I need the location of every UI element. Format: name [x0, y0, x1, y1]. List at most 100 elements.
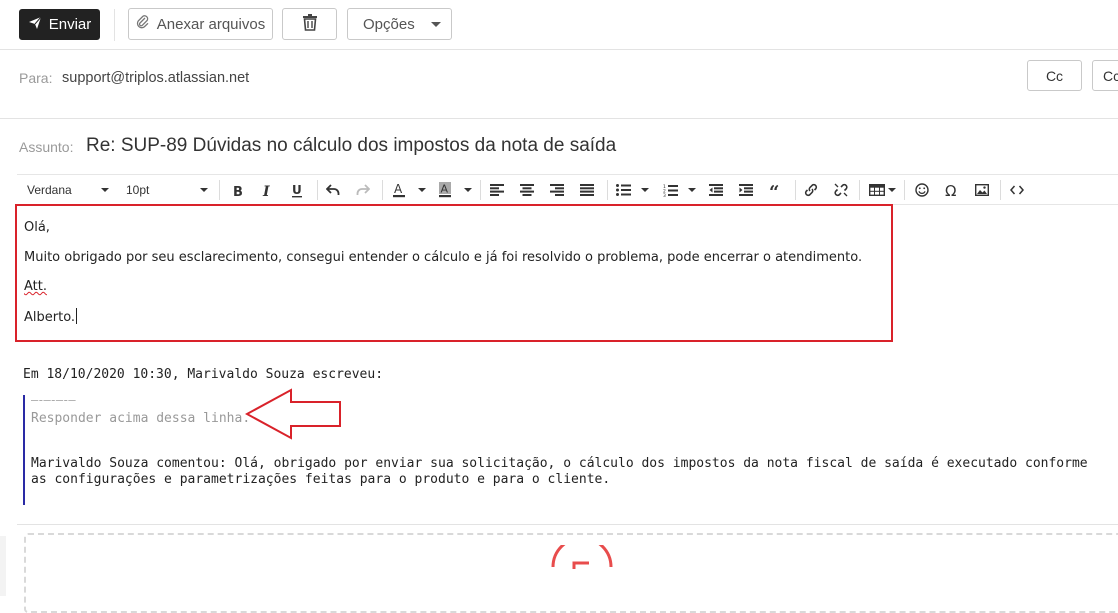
message-line: Muito obrigado por seu esclarecimento, c…: [24, 250, 863, 265]
toolbar-divider: [382, 180, 383, 200]
recipient-row: Para: support@triplos.atlassian.net Cc C…: [0, 51, 1118, 119]
toolbar-divider: [114, 9, 115, 41]
quote-icon: “: [769, 184, 779, 196]
svg-text:I: I: [262, 184, 270, 197]
svg-text:U: U: [292, 183, 302, 197]
subject-label: Assunto:: [19, 139, 74, 155]
message-line: Alberto.: [24, 308, 78, 325]
outdent-button[interactable]: [706, 175, 726, 205]
svg-text:B: B: [233, 185, 243, 197]
underline-icon: U: [292, 183, 302, 197]
options-dropdown[interactable]: Opções: [347, 8, 452, 40]
upload-icon: [549, 536, 615, 573]
chevron-down-icon: [101, 188, 109, 192]
bold-icon: B: [233, 185, 243, 197]
message-line: Olá,: [24, 220, 50, 235]
svg-text:“: “: [769, 184, 779, 196]
paperclip-icon: [136, 15, 150, 33]
attach-label: Anexar arquivos: [156, 15, 266, 33]
text-color-icon: A: [393, 182, 405, 198]
bold-button[interactable]: B: [228, 175, 248, 205]
left-arrow-annotation-icon: [244, 388, 343, 444]
cc-label: Cc: [1045, 67, 1064, 84]
svg-text:A: A: [394, 182, 403, 196]
reply-above-line: Responder acima dessa linha.: [31, 411, 251, 426]
italic-icon: I: [262, 184, 270, 197]
svg-text:A: A: [441, 183, 449, 196]
unlink-icon: [834, 183, 848, 197]
message-line: Att.: [24, 279, 47, 294]
source-code-button[interactable]: [1007, 175, 1027, 205]
toolbar-divider: [904, 180, 905, 200]
toolbar-divider: [607, 180, 608, 200]
toolbar-divider: [1000, 180, 1001, 200]
toolbar-divider: [219, 180, 220, 200]
bullet-list-icon: [615, 184, 631, 196]
toolbar-divider: [317, 180, 318, 200]
table-icon: [869, 184, 885, 196]
redo-button[interactable]: [353, 175, 373, 205]
underline-button[interactable]: U: [287, 175, 307, 205]
remove-link-button[interactable]: [831, 175, 851, 205]
svg-text:3: 3: [663, 193, 666, 197]
insert-table-button[interactable]: [866, 175, 888, 205]
chevron-down-icon: [888, 188, 896, 192]
quote-bar: [23, 395, 25, 505]
quoted-comment: Marivaldo Souza comentou: Olá, obrigado …: [31, 456, 1088, 487]
toolbar-divider: [795, 180, 796, 200]
compose-action-bar: Enviar Anexar arquivos Opções: [0, 0, 1118, 50]
align-right-icon: [550, 184, 564, 196]
options-label: Opções: [363, 15, 415, 33]
toolbar-divider: [859, 180, 860, 200]
cc-button[interactable]: Cc: [1027, 60, 1082, 91]
chevron-down-icon: [200, 188, 208, 192]
align-right-button[interactable]: [547, 175, 567, 205]
bullet-list-button[interactable]: [613, 175, 633, 205]
outdent-icon: [709, 184, 723, 196]
message-body-editor[interactable]: Olá, Muito obrigado por seu esclarecimen…: [15, 204, 893, 342]
align-justify-icon: [580, 184, 594, 196]
font-family-value: Verdana: [27, 183, 72, 197]
subject-input[interactable]: Re: SUP-89 Dúvidas no cálculo dos impost…: [86, 135, 616, 157]
redo-icon: [356, 184, 370, 195]
toolbar-divider: [480, 180, 481, 200]
editor-toolbar: Verdana 10pt B I U A A 1 2 3 “ Ω: [17, 174, 1118, 205]
attach-files-button[interactable]: Anexar arquivos: [128, 8, 273, 40]
to-input[interactable]: support@triplos.atlassian.net: [62, 70, 249, 86]
trash-icon: [302, 13, 318, 35]
align-center-button[interactable]: [517, 175, 537, 205]
chevron-down-icon: [641, 188, 649, 192]
undo-button[interactable]: [323, 175, 343, 205]
delete-button[interactable]: [282, 8, 337, 40]
numbered-list-button[interactable]: 123: [660, 175, 680, 205]
indent-icon: [739, 184, 753, 196]
align-left-button[interactable]: [487, 175, 507, 205]
indent-button[interactable]: [736, 175, 756, 205]
special-char-button[interactable]: Ω: [942, 175, 962, 205]
smiley-icon: [915, 183, 929, 197]
font-size-value: 10pt: [126, 183, 150, 197]
send-button[interactable]: Enviar: [19, 9, 100, 40]
text-color-button[interactable]: A: [389, 175, 409, 205]
signature-text: Alberto.: [24, 310, 76, 325]
align-left-icon: [490, 184, 504, 196]
quote-separator: —-—-—-—: [31, 393, 76, 407]
emoji-button[interactable]: [912, 175, 932, 205]
insert-link-button[interactable]: [801, 175, 821, 205]
quote-header: Em 18/10/2020 10:30, Marivaldo Souza esc…: [23, 367, 384, 382]
italic-button[interactable]: I: [257, 175, 277, 205]
svg-text:Ω: Ω: [945, 183, 956, 198]
bcc-button[interactable]: Cc: [1092, 60, 1118, 91]
highlight-color-icon: A: [439, 182, 451, 198]
omega-icon: Ω: [945, 183, 956, 198]
to-label: Para:: [19, 70, 53, 86]
bcc-label: Cc: [1103, 67, 1118, 84]
blockquote-button[interactable]: “: [766, 175, 786, 205]
background-color-button[interactable]: A: [435, 175, 455, 205]
image-icon: [975, 184, 989, 196]
justify-button[interactable]: [577, 175, 597, 205]
undo-icon: [326, 184, 340, 195]
insert-image-button[interactable]: [972, 175, 992, 205]
code-icon: [1010, 185, 1024, 195]
send-label: Enviar: [48, 16, 92, 33]
